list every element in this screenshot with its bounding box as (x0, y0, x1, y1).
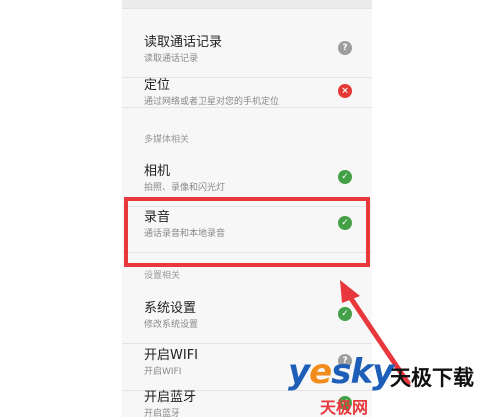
logo-part: e (309, 352, 332, 392)
yesky-logo: yesky (288, 352, 394, 392)
logo-part: sky (331, 352, 394, 392)
logo-part: y (288, 352, 310, 392)
watermark: yesky 天极下载 天极网 (288, 352, 500, 417)
watermark-cn-name: 天极下载 (390, 366, 474, 390)
watermark-cn-name-small: 天极网 (320, 398, 369, 417)
